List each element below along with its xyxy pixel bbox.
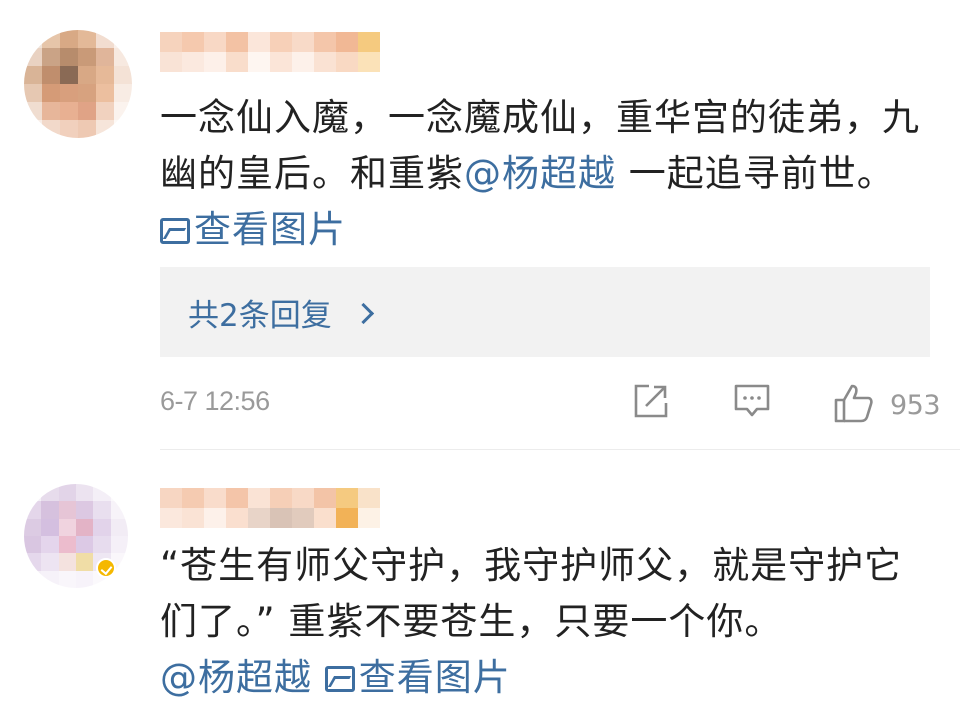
username-obscured[interactable] bbox=[160, 32, 380, 72]
comment-item: 一念仙入魔，一念魔成仙，重华宫的徒弟，九幽的皇后。和重紫@杨超越 一起追寻前世。… bbox=[0, 0, 960, 450]
comment-body: “苍生有师父守护，我守护师父，就是守护它们了。” 重紫不要苍生，只要一个你。 bbox=[160, 544, 903, 643]
comment-icon[interactable] bbox=[733, 382, 771, 420]
view-image-label: 查看图片 bbox=[194, 208, 346, 251]
timestamp: 6-7 12:56 bbox=[160, 386, 270, 416]
divider bbox=[160, 449, 960, 450]
mention-link[interactable]: @杨超越 bbox=[160, 656, 312, 699]
view-image-link[interactable]: 查看图片 bbox=[324, 656, 511, 699]
avatar[interactable] bbox=[24, 30, 132, 138]
comment-body-end bbox=[312, 656, 325, 699]
comment-text: “苍生有师父守护，我守护师父，就是守护它们了。” 重紫不要苍生，只要一个你。 @杨… bbox=[160, 538, 940, 706]
comment-item: “苍生有师父守护，我守护师父，就是守护它们了。” 重紫不要苍生，只要一个你。 @杨… bbox=[0, 458, 960, 709]
chevron-right-icon bbox=[352, 302, 374, 324]
like-count: 953 bbox=[890, 390, 941, 421]
username-obscured[interactable] bbox=[160, 488, 380, 528]
image-icon bbox=[160, 218, 190, 244]
replies-link[interactable]: 共2条回复 bbox=[188, 290, 332, 335]
image-icon bbox=[324, 666, 355, 692]
view-image-label: 查看图片 bbox=[358, 656, 511, 699]
view-image-link[interactable]: 查看图片 bbox=[160, 208, 346, 251]
share-icon[interactable] bbox=[632, 382, 670, 420]
like-icon[interactable] bbox=[833, 382, 875, 424]
comment-text: 一念仙入魔，一念魔成仙，重华宫的徒弟，九幽的皇后。和重紫@杨超越 一起追寻前世。… bbox=[160, 90, 940, 258]
replies-panel[interactable]: 共2条回复 bbox=[160, 267, 930, 357]
mention-link[interactable]: @杨超越 bbox=[464, 152, 616, 195]
comment-body-end: 一起追寻前世。 bbox=[616, 152, 895, 195]
verified-badge-icon bbox=[96, 558, 116, 578]
